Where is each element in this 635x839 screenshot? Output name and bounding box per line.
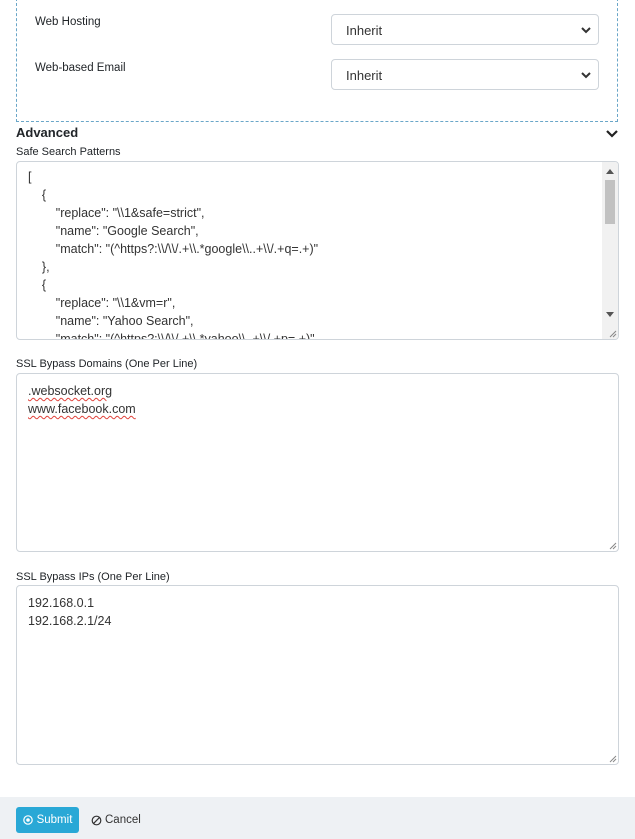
web-email-select[interactable]: Inherit (331, 59, 599, 90)
scrollbar[interactable] (602, 162, 618, 339)
scroll-up-arrow-icon[interactable] (606, 169, 614, 174)
domain-line: www.facebook.com (28, 402, 136, 416)
ssl-ips-content: 192.168.0.1 192.168.2.1/24 (28, 594, 111, 630)
scroll-down-arrow-icon[interactable] (606, 312, 614, 317)
cancel-label: Cancel (105, 814, 141, 826)
ban-icon (91, 815, 102, 825)
safe-search-label: Safe Search Patterns (16, 146, 121, 158)
submit-label: Submit (36, 814, 73, 826)
code-line: "replace": "\\1&safe=strict", (28, 206, 205, 220)
code-line: "match": "(^https?:\\/\\/.+\\.*google\\.… (28, 242, 319, 256)
web-hosting-select[interactable]: Inherit (331, 14, 599, 45)
ssl-domains-content: .websocket.org www.facebook.com (28, 382, 136, 418)
resize-handle-icon[interactable] (608, 754, 617, 763)
code-line: "name": "Google Search", (28, 224, 199, 238)
code-line: { (28, 188, 47, 202)
web-hosting-value: Inherit (346, 23, 383, 38)
code-line: [ (28, 170, 32, 184)
safe-search-content: [ { "replace": "\\1&safe=strict", "name"… (28, 168, 319, 340)
chevron-down-icon[interactable] (605, 129, 619, 139)
ssl-domains-label: SSL Bypass Domains (One Per Line) (16, 358, 198, 370)
code-line: "match": "(^https?:\\/\\/.+\\.*yahoo\\..… (28, 332, 315, 340)
code-line: "replace": "\\1&vm=r", (28, 296, 176, 310)
web-email-label: Web-based Email (35, 62, 126, 74)
cancel-button[interactable]: Cancel (91, 807, 141, 833)
ip-line: 192.168.2.1/24 (28, 614, 112, 628)
ssl-domains-textarea[interactable]: .websocket.org www.facebook.com (16, 373, 619, 552)
submit-button[interactable]: Submit (16, 807, 79, 833)
advanced-section-title[interactable]: Advanced (16, 125, 78, 140)
safe-search-textarea[interactable]: [ { "replace": "\\1&safe=strict", "name"… (16, 161, 619, 340)
code-line: }, (28, 260, 50, 274)
ssl-ips-label: SSL Bypass IPs (One Per Line) (16, 571, 170, 583)
chevron-down-icon (581, 27, 591, 34)
scroll-thumb[interactable] (605, 180, 615, 224)
resize-handle-icon[interactable] (608, 541, 617, 550)
web-hosting-label: Web Hosting (35, 16, 101, 28)
ssl-ips-textarea[interactable]: 192.168.0.1 192.168.2.1/24 (16, 585, 619, 765)
ip-line: 192.168.0.1 (28, 596, 95, 610)
code-line: { (28, 278, 47, 292)
chevron-down-icon (581, 72, 591, 79)
resize-handle-icon[interactable] (608, 329, 617, 338)
code-line: "name": "Yahoo Search", (28, 314, 194, 328)
check-circle-icon (22, 815, 33, 825)
web-email-value: Inherit (346, 68, 383, 83)
domain-line: .websocket.org (28, 384, 113, 398)
